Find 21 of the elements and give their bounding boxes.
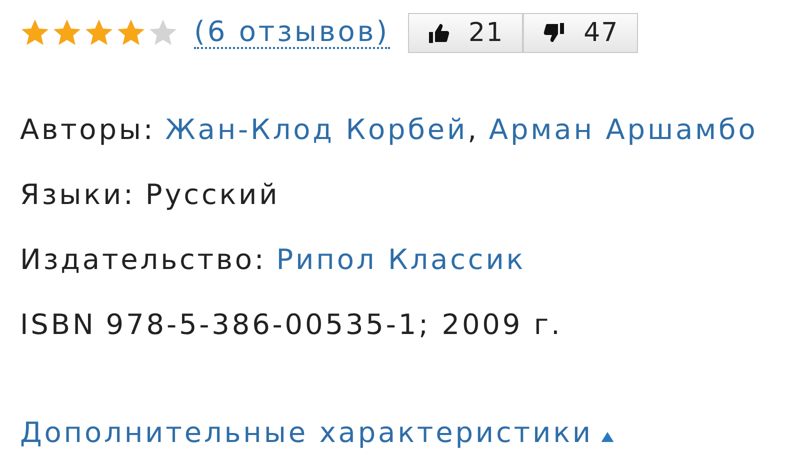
value-link[interactable]: Арман Аршамбо bbox=[488, 97, 758, 162]
thumbs-up-icon bbox=[426, 21, 451, 45]
star-icon bbox=[84, 18, 114, 48]
thumbs-down-icon bbox=[542, 21, 566, 45]
field-label: Издательство: bbox=[20, 242, 266, 278]
dislike-button[interactable]: 47 bbox=[522, 13, 638, 53]
field-label: ISBN bbox=[20, 307, 96, 343]
star-icon bbox=[20, 18, 50, 48]
like-button[interactable]: 21 bbox=[408, 13, 523, 53]
value-link[interactable]: Жан-Клод Корбей bbox=[165, 97, 468, 162]
star-icon bbox=[148, 18, 178, 48]
star-icon bbox=[116, 18, 146, 48]
value-link[interactable]: Рипол Классик bbox=[276, 227, 526, 292]
field-label: Авторы: bbox=[20, 112, 156, 148]
field-label: Языки: bbox=[20, 177, 136, 213]
field-value: Русский bbox=[145, 177, 280, 213]
star-icon bbox=[52, 18, 82, 48]
reviews-link[interactable]: (6 отзывов) bbox=[194, 16, 390, 50]
field-value: 978-5-386-00535-1; 2009 г. bbox=[106, 307, 562, 343]
field-value: , bbox=[468, 112, 479, 148]
more-link[interactable]: Дополнительные характеристики bbox=[20, 400, 594, 450]
